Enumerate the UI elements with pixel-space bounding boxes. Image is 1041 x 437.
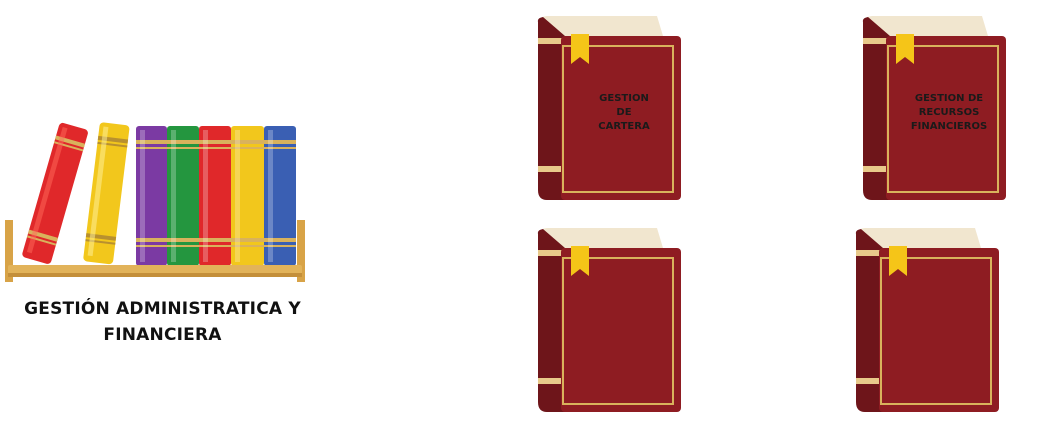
book-icon bbox=[537, 228, 681, 412]
bookshelf-illustration bbox=[5, 122, 305, 282]
main-title: GESTIÓN ADMINISTRATICA Y FINANCIERA bbox=[24, 299, 301, 345]
book-label: GESTION DE RECURSOS FINANCIEROS bbox=[910, 93, 988, 132]
book-icon bbox=[855, 228, 999, 412]
book-empty-1[interactable] bbox=[533, 224, 683, 414]
book-gestion-de-cartera[interactable]: GESTION DE CARTERA bbox=[533, 12, 683, 202]
leaning-yellow-book-icon bbox=[83, 122, 130, 265]
book-empty-2[interactable] bbox=[851, 224, 1001, 414]
upright-books-icon bbox=[136, 126, 296, 266]
leaning-red-book-icon bbox=[22, 122, 88, 264]
book-label: GESTION DE CARTERA bbox=[598, 93, 650, 132]
book-gestion-de-recursos-financieros[interactable]: GESTION DE RECURSOS FINANCIEROS bbox=[858, 12, 1008, 202]
